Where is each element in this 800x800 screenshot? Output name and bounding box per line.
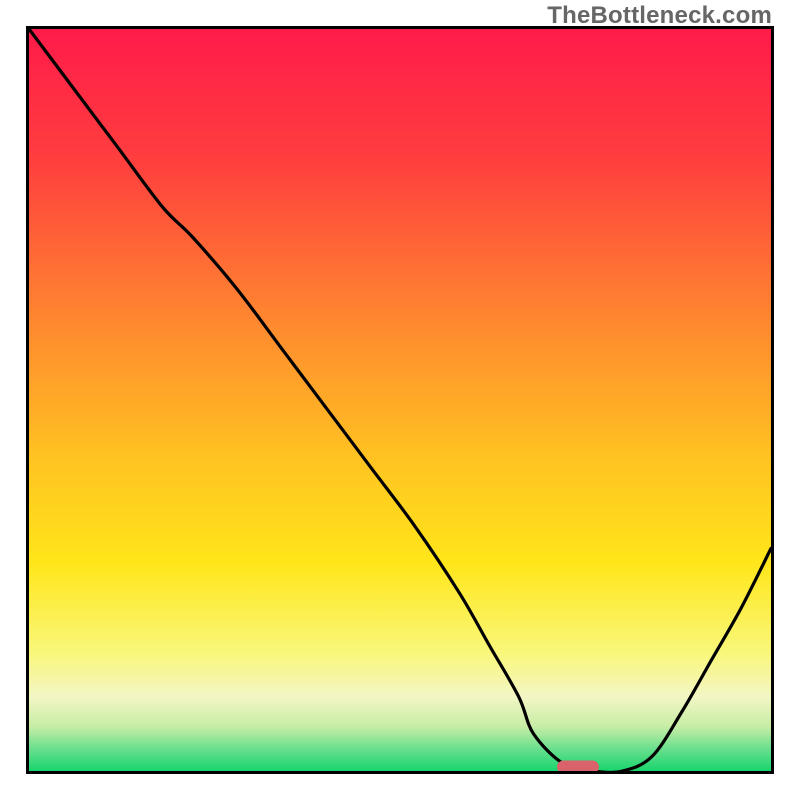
optimal-marker — [557, 761, 599, 774]
chart-container: TheBottleneck.com — [0, 0, 800, 800]
bottleneck-curve — [29, 29, 771, 771]
plot-area — [26, 26, 774, 774]
